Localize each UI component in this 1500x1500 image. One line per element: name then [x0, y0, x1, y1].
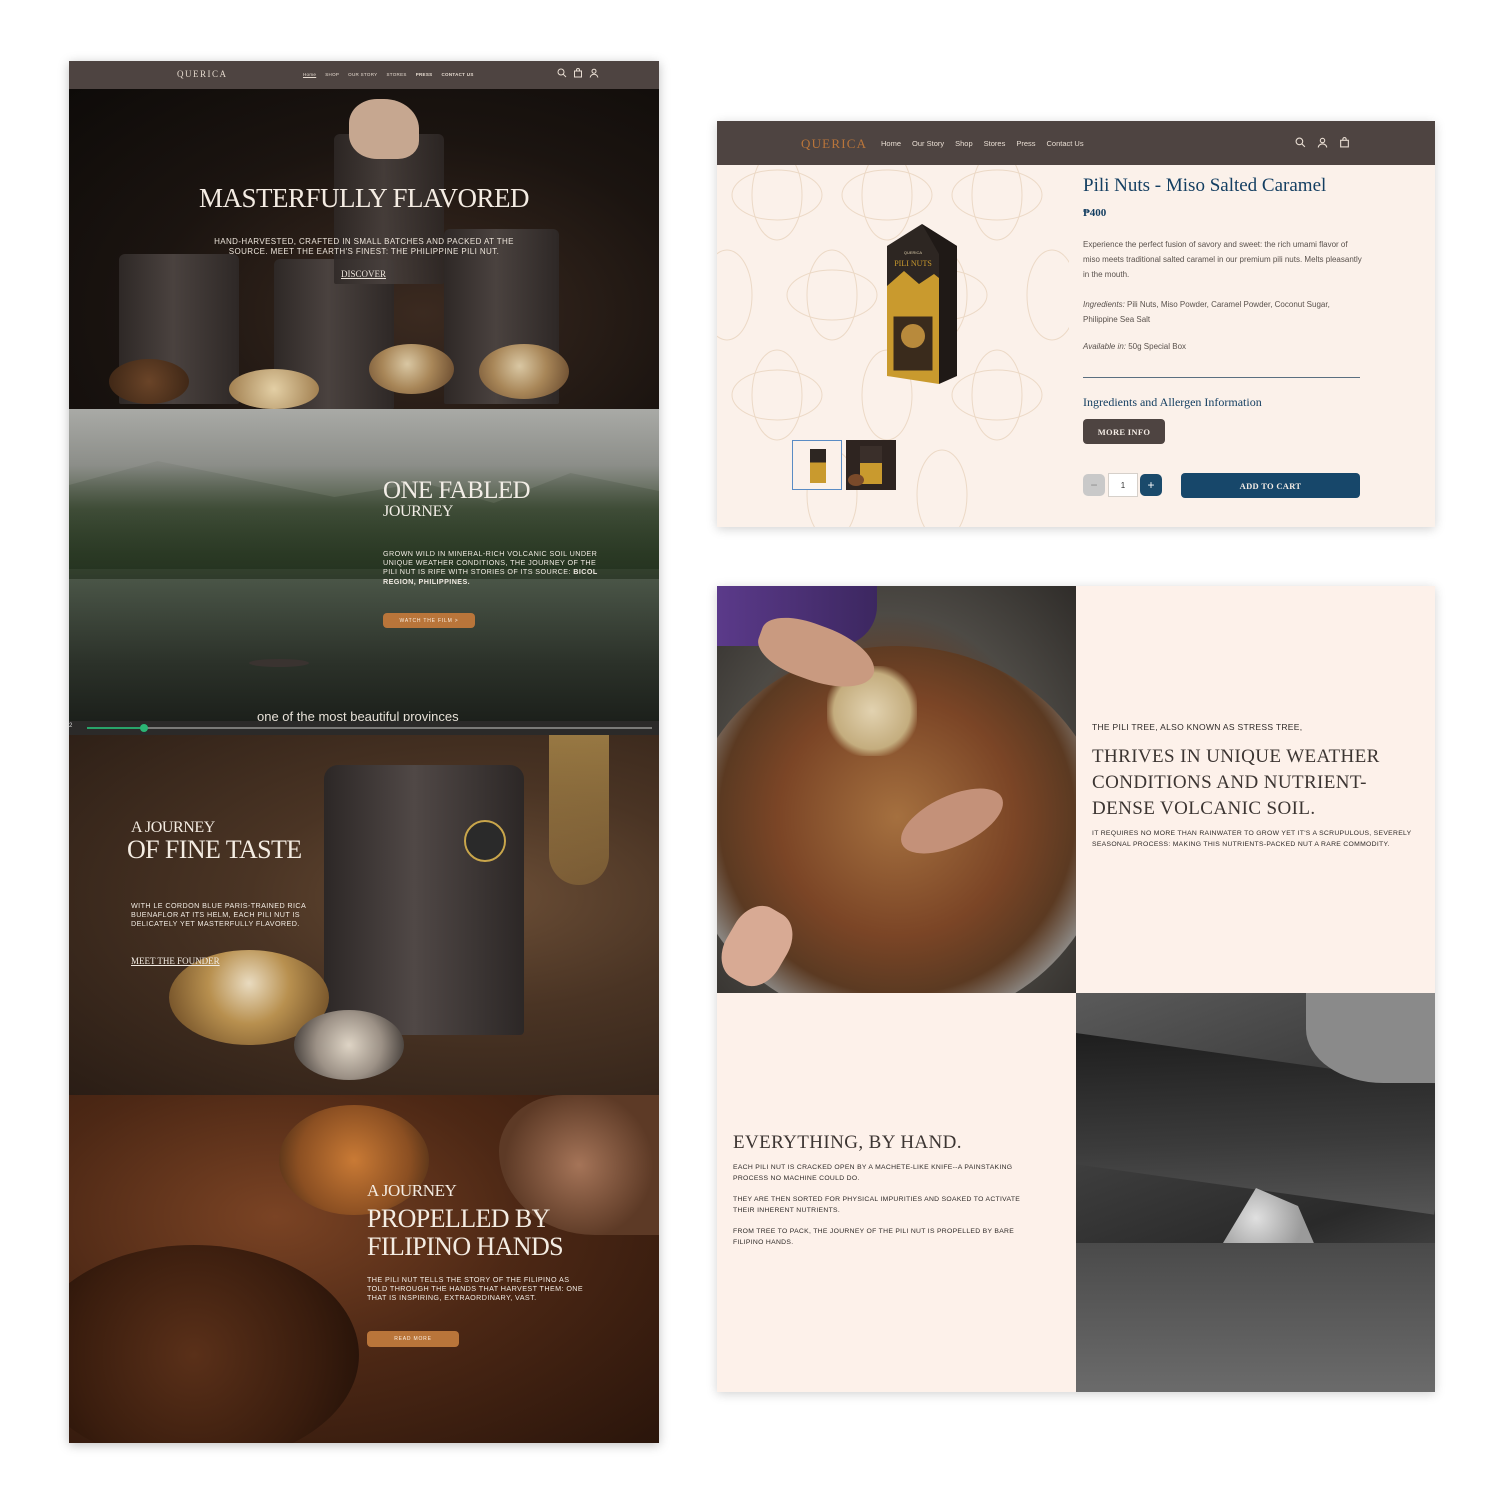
thumbnail-box: [810, 449, 826, 483]
nav-press[interactable]: Press: [1016, 139, 1035, 148]
product-price: ₱400: [1083, 207, 1107, 219]
story-page-screenshot: THE PILI TREE, ALSO KNOWN AS STRESS TREE…: [717, 586, 1435, 1392]
product-page-screenshot: QUERICA Home Our Story Shop Stores Press…: [717, 121, 1435, 527]
nut-bowl: [479, 344, 569, 399]
story-heading: THRIVES IN UNIQUE WEATHER CONDITIONS AND…: [1092, 746, 1380, 819]
nav-stores[interactable]: Stores: [984, 139, 1006, 148]
nut-tray: [69, 1245, 359, 1443]
section-title: PROPELLED BY FILIPINO HANDS: [367, 1204, 564, 1261]
ingredients-label: Ingredients:: [1083, 300, 1125, 309]
quantity-increase-button[interactable]: +: [1140, 474, 1162, 496]
nav-shop[interactable]: Shop: [955, 139, 973, 148]
hands-sorting-nuts-photo: [717, 586, 1076, 993]
product-description: Experience the perfect fusion of savory …: [1083, 240, 1362, 279]
nav-our-story[interactable]: Our Story: [912, 139, 944, 148]
nav-menu: Home SHOP OUR STORY STORES PRESS CONTACT…: [303, 72, 474, 77]
watch-film-button[interactable]: WATCH THE FILM >: [383, 613, 475, 628]
nav-home[interactable]: Home: [303, 72, 316, 77]
section-title-sub: JOURNEY: [383, 503, 454, 520]
allergen-heading: Ingredients and Allergen Information: [1083, 395, 1262, 409]
video-caption: one of the most beautiful provinces: [257, 709, 459, 721]
section-body: THE PILI NUT TELLS THE STORY OF THE FILI…: [367, 1275, 584, 1303]
story-paragraph-1: EACH PILI NUT IS CRACKED OPEN BY A MACHE…: [733, 1164, 1013, 1182]
video-progress-bar[interactable]: 2: [69, 721, 659, 735]
homepage-screenshot: QUERICA Home SHOP OUR STORY STORES PRESS…: [69, 61, 659, 1443]
section-body: WITH LE CORDON BLUE PARIS-TRAINED RICA B…: [131, 901, 306, 929]
video-time: 2: [69, 723, 73, 729]
progress-handle[interactable]: [139, 724, 148, 732]
product-title: Pili Nuts - Miso Salted Caramel: [1083, 175, 1327, 196]
wine-glass: [549, 735, 609, 885]
nav-home[interactable]: Home: [881, 139, 901, 148]
available-label: Available in:: [1083, 342, 1126, 351]
story-paragraph-3: FROM TREE TO PACK, THE JOURNEY OF THE PI…: [733, 1228, 1015, 1246]
product-availability: Available in: 50g Special Box: [1083, 342, 1186, 351]
top-nav: QUERICA Home SHOP OUR STORY STORES PRESS…: [69, 61, 659, 89]
quantity-decrease-button[interactable]: −: [1083, 474, 1105, 496]
product-thumbnail-2[interactable]: [846, 440, 896, 490]
divider: [1083, 377, 1360, 378]
progress-fill: [87, 727, 144, 729]
nav-menu: Home Our Story Shop Stores Press Contact…: [881, 139, 1084, 148]
search-icon[interactable]: [557, 68, 567, 78]
story-kicker: THE PILI TREE, ALSO KNOWN AS STRESS TREE…: [1092, 722, 1303, 732]
nut-pile: [229, 369, 319, 409]
nav-shop[interactable]: SHOP: [325, 72, 339, 77]
cart-icon[interactable]: [573, 68, 583, 78]
meet-founder-link[interactable]: MEET THE FOUNDER: [131, 956, 220, 966]
hero-fine-taste: A JOURNEY OF FINE TASTE WITH LE CORDON B…: [69, 735, 659, 1095]
section-title: ONE FABLED: [383, 477, 531, 504]
section-body: GROWN WILD IN MINERAL-RICH VOLCANIC SOIL…: [383, 549, 603, 586]
hero-fabled-journey: ONE FABLED JOURNEY GROWN WILD IN MINERAL…: [69, 409, 659, 721]
story-paragraph-2: THEY ARE THEN SORTED FOR PHYSICAL IMPURI…: [733, 1196, 1021, 1214]
thumbnail-nuts: [848, 474, 864, 486]
hero-title: MASTERFULLY FLAVORED: [198, 183, 530, 213]
cart-icon[interactable]: [1339, 137, 1350, 148]
machete-cracking-photo: [1076, 993, 1435, 1392]
account-icon[interactable]: [589, 68, 599, 78]
product-canister: [324, 765, 524, 1035]
brand-logo[interactable]: QUERICA: [801, 136, 867, 152]
add-to-cart-button[interactable]: ADD TO CART: [1181, 473, 1360, 498]
lake-reflection: [69, 579, 659, 721]
hero-filipino-hands: A JOURNEY PROPELLED BY FILIPINO HANDS TH…: [69, 1095, 659, 1443]
discover-link[interactable]: DISCOVER: [341, 269, 386, 279]
quantity-input[interactable]: 1: [1108, 473, 1138, 497]
product-box-image: QUERICA PILI NUTS: [887, 224, 957, 384]
nut-bowl: [369, 344, 454, 394]
product-ingredients: Ingredients: Pili Nuts, Miso Powder, Car…: [1083, 297, 1363, 327]
search-icon[interactable]: [1295, 137, 1306, 148]
read-more-button[interactable]: READ MORE: [367, 1331, 459, 1347]
nav-icons: [1295, 137, 1350, 148]
story-body: IT REQUIRES NO MORE THAN RAINWATER TO GR…: [1092, 830, 1412, 848]
section-title: OF FINE TASTE: [127, 835, 302, 864]
progress-track[interactable]: [87, 727, 652, 729]
nav-press[interactable]: PRESS: [416, 72, 433, 77]
nav-stores[interactable]: STORES: [386, 72, 406, 77]
story-heading-2: EVERYTHING, BY HAND.: [733, 1132, 962, 1153]
work-surface: [1076, 1243, 1435, 1392]
pili-nut-shell: [1220, 1188, 1316, 1248]
hand-image: [349, 99, 419, 159]
hero-subtitle: HAND-HARVESTED, CRAFTED IN SMALL BATCHES…: [214, 237, 514, 256]
section-kicker: A JOURNEY: [367, 1181, 457, 1200]
nut-bowl: [109, 359, 189, 404]
available-text: 50g Special Box: [1126, 342, 1187, 351]
account-icon[interactable]: [1317, 137, 1328, 148]
powder-bowl: [294, 1010, 404, 1080]
nav-contact[interactable]: CONTACT US: [441, 72, 473, 77]
top-nav: QUERICA Home Our Story Shop Stores Press…: [717, 121, 1435, 165]
brand-logo[interactable]: QUERICA: [177, 69, 228, 79]
body-text: GROWN WILD IN MINERAL-RICH VOLCANIC SOIL…: [383, 549, 598, 577]
nav-our-story[interactable]: OUR STORY: [348, 72, 377, 77]
great-taste-badge: [464, 820, 506, 862]
boat-image: [249, 659, 309, 667]
nav-contact[interactable]: Contact Us: [1047, 139, 1084, 148]
product-thumbnail-1[interactable]: [792, 440, 842, 490]
more-info-button[interactable]: MORE INFO: [1083, 419, 1165, 444]
hero-masterfully-flavored: MASTERFULLY FLAVORED HAND-HARVESTED, CRA…: [69, 89, 659, 409]
box-name: PILI NUTS: [894, 259, 932, 268]
nav-icons: [557, 68, 599, 78]
box-brand: QUERICA: [904, 250, 923, 255]
